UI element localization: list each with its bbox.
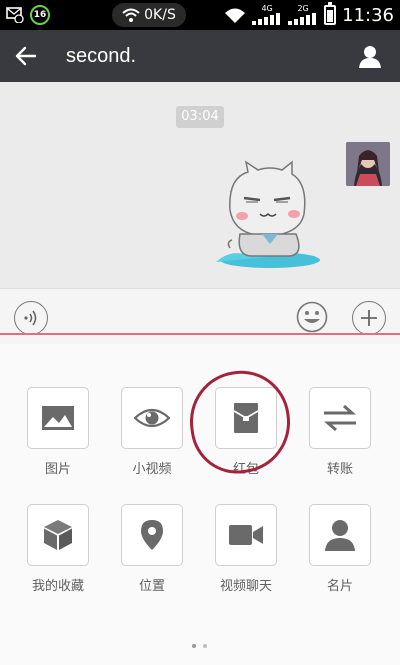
tool-favorites[interactable]: 我的收藏 xyxy=(18,504,98,594)
smiley-icon xyxy=(296,301,328,333)
message-list[interactable]: 03:04 xyxy=(0,82,400,288)
message-input[interactable] xyxy=(58,301,290,331)
chat-title: second. xyxy=(66,44,137,67)
video-camera-icon xyxy=(229,525,263,545)
location-icon xyxy=(141,520,163,550)
tool-contact-card[interactable]: 名片 xyxy=(300,504,380,594)
sticker-message[interactable] xyxy=(212,160,324,272)
battery-icon xyxy=(324,2,337,25)
signal-bars-icon xyxy=(252,12,281,25)
tool-transfer[interactable]: 转账 xyxy=(300,387,380,477)
chat-header: second. xyxy=(0,30,400,82)
cube-icon xyxy=(44,520,72,550)
eye-icon xyxy=(134,408,170,428)
tool-short-video[interactable]: 小视频 xyxy=(112,387,192,477)
contact-card-icon xyxy=(325,520,355,551)
network-speed-value: 0K/S xyxy=(144,7,176,23)
network-type-2: 2G xyxy=(288,4,318,27)
tool-video-chat[interactable]: 视频聊天 xyxy=(206,504,286,594)
tool-short-video-label: 小视频 xyxy=(132,462,172,477)
emoji-button[interactable] xyxy=(296,301,328,333)
avatar[interactable] xyxy=(346,142,390,186)
message-check-icon xyxy=(6,7,24,23)
tool-transfer-label: 转账 xyxy=(326,462,353,477)
back-button[interactable] xyxy=(0,30,52,82)
tool-image-label: 图片 xyxy=(44,462,71,477)
tool-video-chat-label: 视频聊天 xyxy=(219,579,272,594)
status-bar: 16 0K/S 4G 2G 11:36 xyxy=(0,0,400,30)
tool-contact-card-button[interactable] xyxy=(309,504,371,566)
tool-image-button[interactable] xyxy=(27,387,89,449)
tool-image[interactable]: 图片 xyxy=(18,387,98,477)
tool-favorites-label: 我的收藏 xyxy=(31,579,84,594)
page-dot xyxy=(203,644,207,648)
arrow-left-icon xyxy=(15,46,37,66)
network-speed: 0K/S xyxy=(112,3,186,27)
wifi-icon xyxy=(122,8,140,22)
signal-bars-icon xyxy=(288,12,317,25)
transfer-icon xyxy=(324,405,356,431)
tool-favorites-button[interactable] xyxy=(27,504,89,566)
person-icon xyxy=(359,46,381,68)
profile-button[interactable] xyxy=(354,40,386,72)
more-features-panel: 图片 小视频 红包 转账 我的收藏 位置 视频聊天 名片 xyxy=(0,344,400,665)
clock: 11:36 xyxy=(342,4,394,26)
tool-location-button[interactable] xyxy=(121,504,183,566)
voice-icon xyxy=(24,310,37,326)
notification-badge: 16 xyxy=(30,5,50,25)
input-underline xyxy=(0,333,400,335)
avatar-image xyxy=(346,142,390,186)
cartoon-cat-sticker xyxy=(216,160,320,268)
tool-short-video-button[interactable] xyxy=(121,387,183,449)
tool-location-label: 位置 xyxy=(138,579,165,594)
tool-contact-card-label: 名片 xyxy=(326,579,353,594)
image-icon xyxy=(42,406,74,430)
page-indicator xyxy=(192,644,207,648)
network-type-1: 4G xyxy=(252,4,282,27)
tool-transfer-button[interactable] xyxy=(309,387,371,449)
more-features-button[interactable] xyxy=(352,301,386,335)
plus-icon xyxy=(361,310,377,326)
page-dot-active xyxy=(192,644,196,648)
tool-video-chat-button[interactable] xyxy=(215,504,277,566)
voice-input-button[interactable] xyxy=(14,301,48,335)
message-timestamp: 03:04 xyxy=(176,106,224,128)
chat-input-bar xyxy=(0,288,400,344)
wifi-icon xyxy=(225,8,246,23)
tool-location[interactable]: 位置 xyxy=(112,504,192,594)
